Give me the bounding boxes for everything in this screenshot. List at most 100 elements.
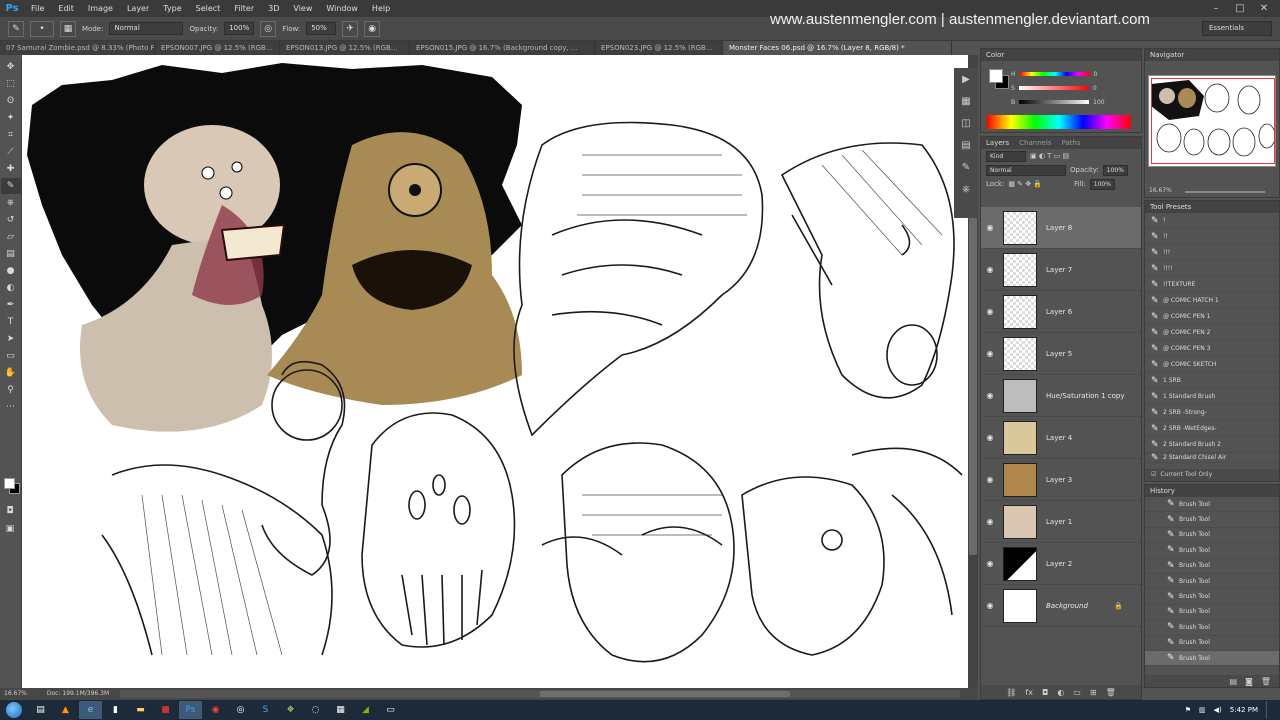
saturation-slider[interactable] [1018, 86, 1089, 90]
document-canvas[interactable] [22, 55, 968, 688]
photoshop-taskbar-icon[interactable]: Ps [179, 701, 202, 719]
horizontal-scroll-thumb[interactable] [540, 691, 790, 697]
filter-icons[interactable]: ▣ ◐ T ▭ ▤ [1030, 152, 1069, 160]
menu-filter[interactable]: Filter [227, 0, 261, 17]
nvidia-icon[interactable]: ◢ [354, 701, 377, 719]
path-select-tool-icon[interactable]: ➤ [1, 331, 21, 347]
color-spectrum[interactable] [987, 115, 1131, 129]
screen-mode-icon[interactable]: ▣ [0, 521, 20, 537]
visibility-eye-icon[interactable]: ◉ [981, 349, 999, 358]
explorer-icon[interactable]: ▤ [29, 701, 52, 719]
new-document-icon[interactable]: ▤ [1230, 677, 1238, 686]
pen-tool-icon[interactable]: ✒ [1, 297, 21, 313]
chrome-icon[interactable]: ◉ [204, 701, 227, 719]
tab-epson023[interactable]: EPSON023.JPG @ 12.5% (RGB... [595, 41, 723, 55]
preset-item[interactable]: ✎ @ COMIC PEN 3 [1145, 341, 1279, 357]
layer-row[interactable]: ◉ Layer 8 [981, 207, 1141, 249]
trash-icon[interactable]: 🗑 [1106, 688, 1116, 697]
network-icon[interactable]: ▥ [1199, 706, 1206, 714]
more-tools-icon[interactable]: ⋯ [1, 399, 21, 415]
app-icon[interactable]: ▮ [104, 701, 127, 719]
navigator-view-box[interactable] [1151, 78, 1275, 164]
layer-row[interactable]: ◉ Layer 3 [981, 459, 1141, 501]
blur-tool-icon[interactable]: ● [1, 263, 21, 279]
preset-item[interactable]: ✎ @ COMIC HATCH 1 [1145, 293, 1279, 309]
tool-presets-title[interactable]: Tool Presets [1150, 201, 1191, 213]
foreground-color-swatch[interactable] [4, 478, 15, 489]
preset-item[interactable]: ✎ 1 Standard Brush [1145, 389, 1279, 405]
crop-tool-icon[interactable]: ⌗ [1, 127, 21, 143]
preset-item[interactable]: ✎ 2 Standard Chisel Air [1145, 453, 1279, 463]
flow-field[interactable]: 50% [306, 22, 337, 35]
quick-select-tool-icon[interactable]: ✦ [1, 110, 21, 126]
hand-tool-icon[interactable]: ✋ [1, 365, 21, 381]
snapshot-icon[interactable]: ◙ [1245, 677, 1253, 686]
preset-item[interactable]: ✎ !!TEXTURE [1145, 277, 1279, 293]
history-item[interactable]: ✎ Brush Tool [1145, 620, 1279, 636]
folder-icon[interactable]: ▬ [129, 701, 152, 719]
layer-opacity-field[interactable]: 100% [1102, 164, 1128, 176]
visibility-eye-icon[interactable]: ◉ [981, 265, 999, 274]
preset-item[interactable]: ✎!!! [1145, 245, 1279, 261]
menu-edit[interactable]: Edit [51, 0, 81, 17]
photoshop-logo[interactable]: Ps [0, 0, 24, 17]
ie-icon[interactable]: e [79, 701, 102, 719]
menu-window[interactable]: Window [319, 0, 365, 17]
tab-epson013[interactable]: EPSON013.JPG @ 12.5% (RGB... [280, 41, 410, 55]
tab-channels[interactable]: Channels [1019, 137, 1051, 149]
type-tool-icon[interactable]: T [1, 314, 21, 330]
group-folder-icon[interactable]: ▭ [1073, 688, 1081, 697]
clock[interactable]: 5:42 PM [1230, 706, 1258, 714]
layer-row[interactable]: ◉ Background 🔒 [981, 585, 1141, 627]
quick-mask-icon[interactable]: ◘ [0, 503, 20, 519]
brush-panel-icon[interactable]: ✎ [958, 162, 974, 178]
media-icon[interactable]: ■ [154, 701, 177, 719]
mode-select[interactable]: Normal [109, 22, 184, 35]
gradient-tool-icon[interactable]: ▤ [1, 246, 21, 262]
move-tool-icon[interactable]: ✥ [1, 59, 21, 75]
brush-size-picker[interactable]: • [30, 20, 54, 37]
healing-tool-icon[interactable]: ✚ [1, 161, 21, 177]
preset-item[interactable]: ✎ @ COMIC PEN 1 [1145, 309, 1279, 325]
skype-icon[interactable]: S [254, 701, 277, 719]
layer-row[interactable]: ◉ Layer 6 [981, 291, 1141, 333]
status-zoom[interactable]: 16.67% [4, 688, 27, 700]
vertical-scroll-thumb[interactable] [969, 215, 977, 555]
preset-item[interactable]: ✎ 2 SRB -WetEdges- [1145, 421, 1279, 437]
adjustment-layer-icon[interactable]: ◐ [1057, 688, 1064, 697]
workspace-select[interactable]: Essentials [1202, 21, 1272, 36]
layer-row[interactable]: ◉ Layer 4 [981, 417, 1141, 459]
visibility-eye-icon[interactable]: ◉ [981, 433, 999, 442]
fx-icon[interactable]: fx [1025, 688, 1033, 697]
maximize-button[interactable]: □ [1228, 3, 1252, 14]
clone-stamp-tool-icon[interactable]: ⎈ [1, 195, 21, 211]
menu-image[interactable]: Image [81, 0, 120, 17]
menu-3d[interactable]: 3D [261, 0, 286, 17]
visibility-eye-icon[interactable]: ◉ [981, 517, 999, 526]
tab-samurai-zombie[interactable]: 07 Samurai Zombie.psd @ 8.33% (Photo Fil… [0, 41, 155, 55]
preset-item[interactable]: ✎ 2 Standard Brush 2 [1145, 437, 1279, 453]
brush-panel-toggle-icon[interactable]: ▦ [60, 20, 76, 37]
visibility-eye-icon[interactable]: ◉ [981, 559, 999, 568]
layer-row[interactable]: ◉ Layer 2 [981, 543, 1141, 585]
play-icon[interactable]: ▶ [958, 74, 974, 90]
shape-tool-icon[interactable]: ▭ [1, 348, 21, 364]
clone-source-icon[interactable]: ⎈ [958, 184, 974, 200]
preset-item[interactable]: ✎ 1 SRB [1145, 373, 1279, 389]
lasso-tool-icon[interactable]: ʘ [1, 93, 21, 109]
tab-paths[interactable]: Paths [1062, 137, 1081, 149]
saturation-value[interactable]: 0 [1093, 85, 1097, 92]
history-item[interactable]: ✎ Brush Tool [1145, 559, 1279, 574]
menu-help[interactable]: Help [365, 0, 397, 17]
marquee-tool-icon[interactable]: ⬚ [1, 76, 21, 92]
history-item[interactable]: ✎ Brush Tool [1145, 497, 1279, 513]
current-tool-only-checkbox[interactable]: ☑ [1151, 469, 1156, 481]
menu-view[interactable]: View [286, 0, 319, 17]
history-item[interactable]: ✎ Brush Tool [1145, 589, 1279, 605]
eyedropper-tool-icon[interactable]: ⟋ [1, 144, 21, 160]
history-item[interactable]: ✎ Brush Tool [1145, 650, 1279, 667]
close-button[interactable]: ✕ [1252, 3, 1276, 14]
eraser-tool-icon[interactable]: ▱ [1, 229, 21, 245]
color-panel-title[interactable]: Color [986, 49, 1004, 61]
tab-epson015[interactable]: EPSON015.JPG @ 16.7% (Background copy, .… [410, 41, 595, 55]
